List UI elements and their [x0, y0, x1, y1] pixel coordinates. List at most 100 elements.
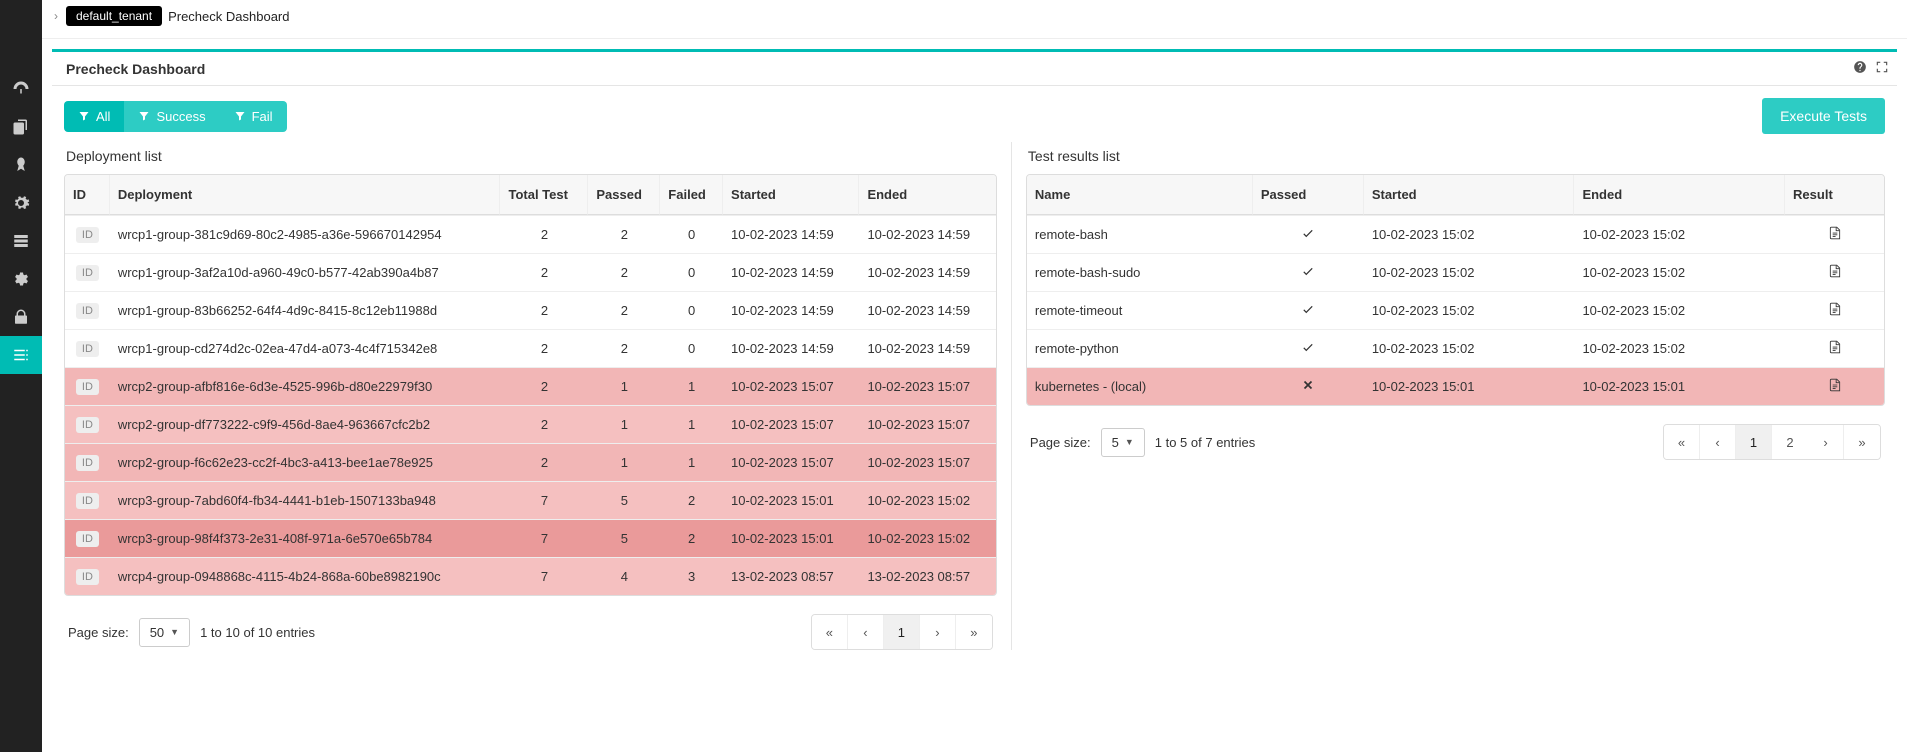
- table-row[interactable]: remote-python10-02-2023 15:0210-02-2023 …: [1027, 329, 1884, 367]
- table-row[interactable]: ID wrcp3-group-7abd60f4-fb34-4441-b1eb-15…: [65, 481, 996, 519]
- table-row[interactable]: IDwrcp1-group-381c9d69-80c2-4985-a36e-59…: [65, 215, 996, 253]
- filter-fail[interactable]: Fail: [220, 101, 287, 132]
- pager-first[interactable]: «: [1664, 425, 1700, 459]
- document-icon[interactable]: [1828, 264, 1842, 278]
- id-badge[interactable]: ID: [76, 455, 99, 471]
- table-row[interactable]: remote-bash-sudo10-02-2023 15:0210-02-20…: [1027, 253, 1884, 291]
- cell-ended: 10-02-2023 15:02: [859, 481, 995, 519]
- cell-started: 10-02-2023 15:07: [723, 443, 859, 481]
- cell-ended: 10-02-2023 15:02: [1574, 291, 1785, 329]
- col-started[interactable]: Started: [1364, 175, 1575, 215]
- document-icon[interactable]: [1828, 340, 1842, 354]
- table-row[interactable]: IDwrcp2-group-df773222-c9f9-456d-8ae4-96…: [65, 405, 996, 443]
- cell-passed: 2: [588, 291, 660, 329]
- filter-group: All Success Fail: [64, 101, 287, 132]
- table-row[interactable]: IDwrcp1-group-cd274d2c-02ea-47d4-a073-4c…: [65, 329, 996, 367]
- col-passed[interactable]: Passed: [1253, 175, 1364, 215]
- execute-tests-button[interactable]: Execute Tests: [1762, 98, 1885, 134]
- col-total[interactable]: Total Test: [500, 175, 588, 215]
- cell-started: 10-02-2023 14:59: [723, 329, 859, 367]
- panel-title: Precheck Dashboard: [60, 61, 205, 77]
- nav-settings[interactable]: [0, 260, 42, 298]
- cell-name: remote-bash: [1027, 215, 1253, 253]
- id-badge[interactable]: ID: [76, 227, 99, 243]
- nav-lock[interactable]: [0, 298, 42, 336]
- id-badge[interactable]: ID: [76, 341, 99, 357]
- cell-total: 2: [500, 253, 588, 291]
- col-failed[interactable]: Failed: [660, 175, 723, 215]
- nav-copy[interactable]: [0, 108, 42, 146]
- id-badge[interactable]: ID: [76, 303, 99, 319]
- cell-failed: 0: [660, 215, 723, 253]
- col-deployment[interactable]: Deployment: [110, 175, 501, 215]
- expand-icon[interactable]: [1875, 60, 1889, 77]
- document-icon[interactable]: [1828, 302, 1842, 316]
- pager-page[interactable]: 1: [884, 615, 920, 649]
- cell-ended: 10-02-2023 15:02: [1574, 215, 1785, 253]
- col-id[interactable]: ID: [65, 175, 110, 215]
- pager-page[interactable]: 2: [1772, 425, 1808, 459]
- id-badge[interactable]: ID: [76, 531, 99, 547]
- cell-total: 2: [500, 367, 588, 405]
- filter-all[interactable]: All: [64, 101, 124, 132]
- page-size-select[interactable]: 50▼: [139, 618, 190, 647]
- document-icon[interactable]: [1828, 378, 1842, 392]
- cell-name: remote-python: [1027, 329, 1253, 367]
- id-badge[interactable]: ID: [76, 379, 99, 395]
- id-badge[interactable]: ID: [76, 569, 99, 585]
- deployment-list-title: Deployment list: [66, 148, 997, 164]
- col-started[interactable]: Started: [723, 175, 859, 215]
- table-row[interactable]: ID wrcp1-group-83b66252-64f4-4d9c-8415-8c…: [65, 291, 996, 329]
- cell-deployment: wrcp3-group-7abd60f4-fb34-4441-b1eb-1507…: [110, 481, 501, 519]
- nav-cogs[interactable]: [0, 184, 42, 222]
- cell-started: 10-02-2023 15:07: [723, 367, 859, 405]
- cell-ended: 10-02-2023 15:02: [1574, 253, 1785, 291]
- tenant-badge[interactable]: default_tenant: [66, 6, 162, 26]
- col-ended[interactable]: Ended: [1574, 175, 1785, 215]
- check-icon: [1301, 264, 1315, 278]
- id-badge[interactable]: ID: [76, 265, 99, 281]
- filter-success[interactable]: Success: [124, 101, 219, 132]
- pager-next[interactable]: ›: [920, 615, 956, 649]
- nav-storage[interactable]: [0, 222, 42, 260]
- cell-passed: [1253, 215, 1364, 253]
- pager-last[interactable]: »: [1844, 425, 1880, 459]
- page-size-select[interactable]: 5▼: [1101, 428, 1145, 457]
- id-badge[interactable]: ID: [76, 493, 99, 509]
- pager-prev[interactable]: ‹: [1700, 425, 1736, 459]
- pager-prev[interactable]: ‹: [848, 615, 884, 649]
- cell-ended: 10-02-2023 14:59: [859, 253, 995, 291]
- cell-deployment: wrcp4-group-0948868c-4115-4b24-868a-60be…: [110, 557, 501, 595]
- col-ended[interactable]: Ended: [859, 175, 995, 215]
- col-passed[interactable]: Passed: [588, 175, 660, 215]
- col-result[interactable]: Result: [1785, 175, 1884, 215]
- nav-dashboard[interactable]: [0, 70, 42, 108]
- check-icon: [1301, 340, 1315, 354]
- nav-precheck[interactable]: [0, 336, 42, 374]
- cell-deployment: wrcp1-group-83b66252-64f4-4d9c-8415-8c12…: [110, 291, 501, 329]
- table-row[interactable]: remote-timeout10-02-2023 15:0210-02-2023…: [1027, 291, 1884, 329]
- nav-deploy[interactable]: [0, 146, 42, 184]
- table-row[interactable]: ID wrcp4-group-0948868c-4115-4b24-868a-60…: [65, 557, 996, 595]
- cell-failed: 3: [660, 557, 723, 595]
- pager-next[interactable]: ›: [1808, 425, 1844, 459]
- page-size-value: 5: [1112, 435, 1119, 450]
- col-name[interactable]: Name: [1027, 175, 1253, 215]
- table-row[interactable]: ID wrcp1-group-3af2a10d-a960-49c0-b577-42…: [65, 253, 996, 291]
- cell-failed: 0: [660, 291, 723, 329]
- pager-last[interactable]: »: [956, 615, 992, 649]
- table-row[interactable]: remote-bash10-02-2023 15:0210-02-2023 15…: [1027, 215, 1884, 253]
- cell-passed: 2: [588, 329, 660, 367]
- cell-started: 10-02-2023 15:01: [723, 481, 859, 519]
- table-row[interactable]: IDwrcp2-group-f6c62e23-cc2f-4bc3-a413-be…: [65, 443, 996, 481]
- id-badge[interactable]: ID: [76, 417, 99, 433]
- table-row[interactable]: IDwrcp2-group-afbf816e-6d3e-4525-996b-d8…: [65, 367, 996, 405]
- help-icon[interactable]: [1853, 60, 1867, 77]
- pager-first[interactable]: «: [812, 615, 848, 649]
- table-row[interactable]: kubernetes - (local)10-02-2023 15:0110-0…: [1027, 367, 1884, 405]
- pager-page[interactable]: 1: [1736, 425, 1772, 459]
- document-icon[interactable]: [1828, 226, 1842, 240]
- cell-deployment: wrcp1-group-3af2a10d-a960-49c0-b577-42ab…: [110, 253, 501, 291]
- cell-passed: 5: [588, 481, 660, 519]
- table-row[interactable]: IDwrcp3-group-98f4f373-2e31-408f-971a-6e…: [65, 519, 996, 557]
